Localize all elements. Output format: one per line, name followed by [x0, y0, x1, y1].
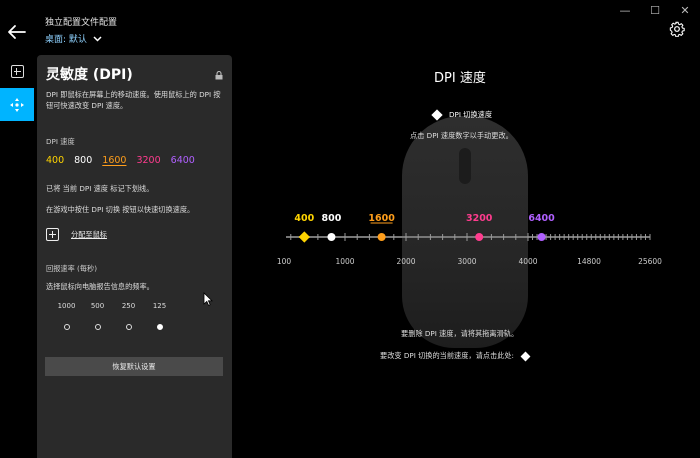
dpi-axis-label: 25600 [638, 257, 662, 266]
dpi-point-label-800[interactable]: 800 [322, 213, 342, 224]
dpi-point-400[interactable] [298, 231, 310, 243]
dpi-axis-label: 2000 [396, 257, 415, 266]
dpi-point-label-3200[interactable]: 3200 [466, 213, 493, 224]
dpi-axis-label: 4000 [518, 257, 537, 266]
dpi-point-3200[interactable] [475, 233, 484, 241]
change-shift-hint: 要改变 DPI 切换的当前速度，请点击此处: [380, 351, 531, 361]
dpi-axis-label: 14800 [577, 257, 601, 266]
dpi-shift-diamond-button[interactable] [520, 351, 531, 361]
dpi-point-label-1600[interactable]: 1600 [368, 213, 395, 224]
dpi-point-800[interactable] [327, 233, 336, 241]
remove-hint: 要删除 DPI 速度，请将其拖离滑轨。 [401, 329, 519, 338]
change-shift-hint-text: 要改变 DPI 切换的当前速度，请点击此处: [380, 351, 514, 360]
dpi-slider-chart: 100 1000 2000 3000 4000 14800 25600 400 800 1600 3… [277, 213, 662, 266]
mouse-cursor-icon [203, 292, 213, 306]
dpi-axis-label: 3000 [457, 257, 476, 266]
dpi-axis-label: 1000 [335, 257, 354, 266]
dpi-point-label-6400[interactable]: 6400 [528, 213, 555, 224]
dpi-point-6400[interactable] [537, 233, 546, 241]
dpi-point-label-400[interactable]: 400 [294, 213, 314, 224]
dpi-point-1600[interactable] [377, 233, 386, 241]
dpi-axis-label: 100 [277, 257, 292, 266]
